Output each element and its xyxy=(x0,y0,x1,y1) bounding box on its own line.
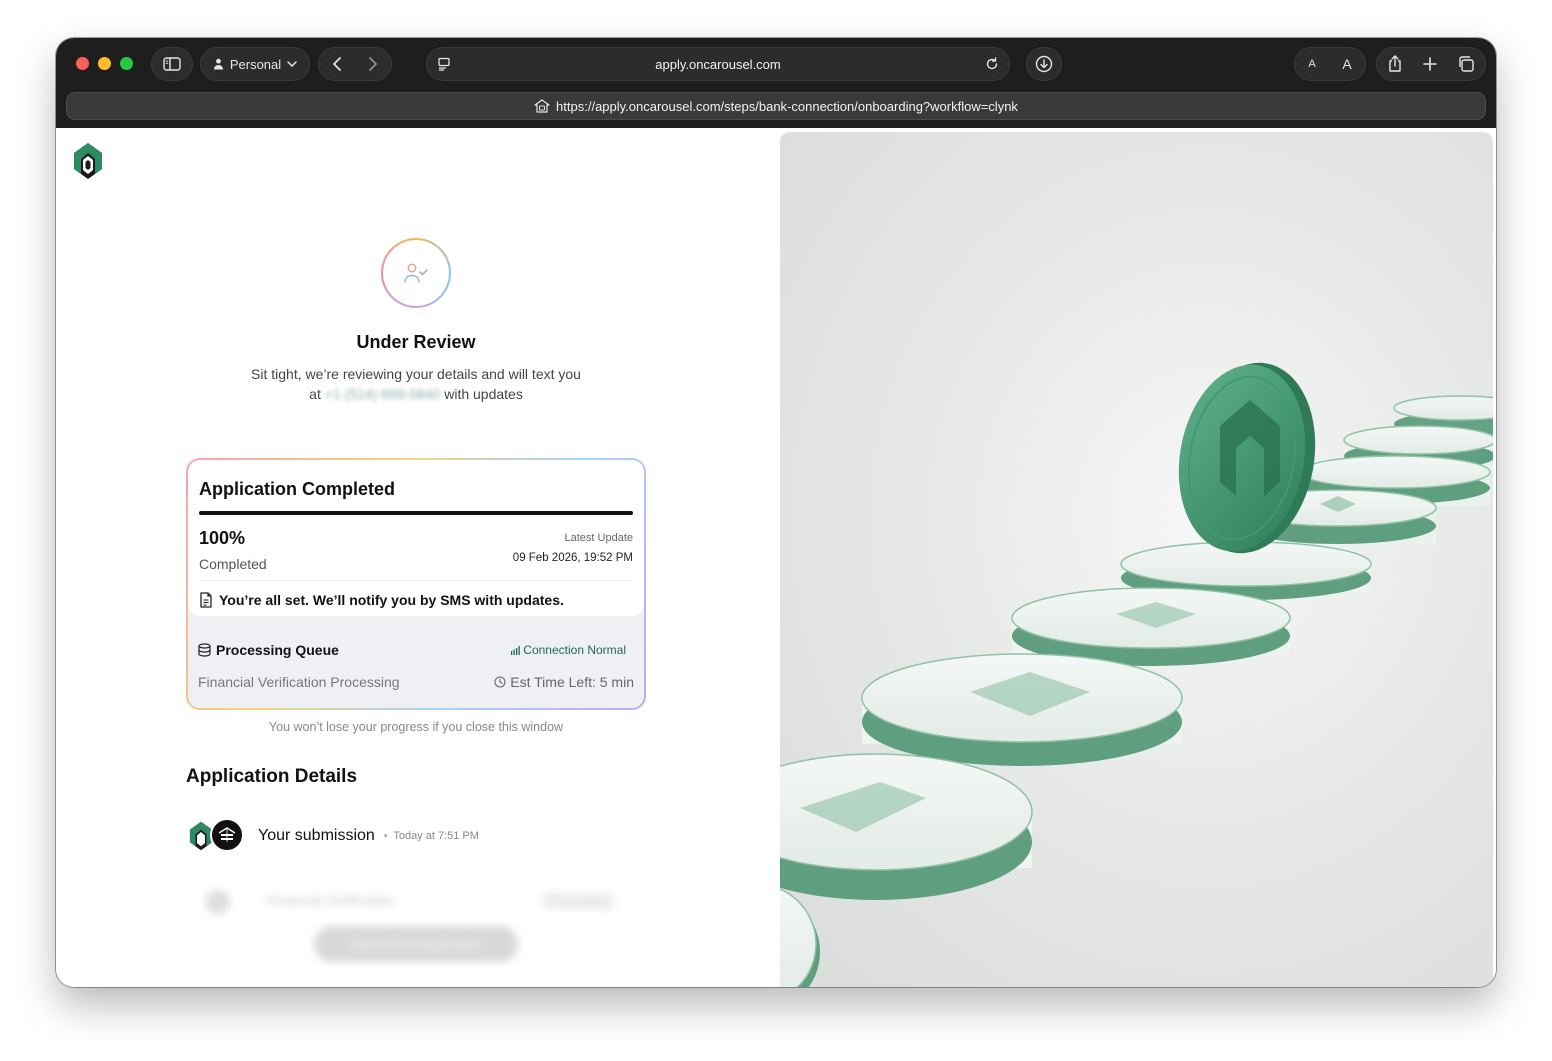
site-security-icon xyxy=(534,99,550,113)
status-subtitle-line1: Sit tight, we’re reviewing your details … xyxy=(251,366,581,382)
blurred-status-icon xyxy=(206,890,230,914)
card-title: Application Completed xyxy=(199,479,396,499)
submission-logos xyxy=(188,818,244,854)
processing-queue-label: Processing Queue xyxy=(216,642,339,658)
status-title: Under Review xyxy=(356,332,476,352)
partner-logo-icon xyxy=(210,818,244,852)
text-larger-button[interactable]: A xyxy=(1342,56,1351,72)
blurred-item-title: Financial Verification xyxy=(266,892,395,908)
browser-window: Personal apply.oncarousel.com A A https: xyxy=(56,38,1496,987)
profile-switcher-button[interactable]: Personal xyxy=(200,47,310,81)
clock-icon xyxy=(494,676,506,688)
signal-bars-icon xyxy=(511,645,521,655)
user-check-icon xyxy=(404,263,428,283)
left-panel: Under Review Sit tight, we’re reviewing … xyxy=(56,128,780,987)
downloads-button[interactable] xyxy=(1026,47,1062,81)
separator-dot: • xyxy=(383,830,388,842)
card-divider xyxy=(199,580,633,581)
carousel-logo-icon[interactable] xyxy=(72,142,104,185)
latest-update-value: 09 Feb 2026, 19:52 PM xyxy=(512,552,633,564)
estimated-time-text: Est Time Left: 5 min xyxy=(510,674,634,690)
submission-row[interactable]: Your submission • Today at 7:51 PM xyxy=(188,818,479,854)
profile-label: Personal xyxy=(229,56,282,72)
status-subtitle: Sit tight, we’re reviewing your details … xyxy=(226,364,606,404)
status-subtitle-at: at xyxy=(309,386,321,402)
zoom-window-button[interactable] xyxy=(120,57,133,70)
connection-status: Connection Normal xyxy=(511,643,626,657)
new-application-button[interactable]: Start A New Application xyxy=(314,926,518,962)
glass-disc xyxy=(861,653,1183,766)
blurred-details-section: Financial Verification Processing Start … xyxy=(196,878,636,987)
database-icon xyxy=(198,643,211,657)
completion-label: Completed xyxy=(199,556,267,572)
share-icon[interactable] xyxy=(1387,55,1403,73)
sidebar-icon xyxy=(163,57,181,71)
history-navigation xyxy=(318,47,392,81)
processing-stage: Financial Verification Processing xyxy=(198,674,400,690)
reload-icon[interactable] xyxy=(985,57,999,71)
estimated-time: Est Time Left: 5 min xyxy=(494,674,634,690)
address-bar[interactable]: https://apply.oncarousel.com/steps/bank-… xyxy=(66,92,1486,120)
chevron-down-icon xyxy=(287,61,297,67)
back-arrow-icon[interactable] xyxy=(332,56,342,72)
tab-overview-icon[interactable] xyxy=(1457,55,1475,73)
glass-disc xyxy=(780,753,1033,900)
download-icon xyxy=(1035,55,1053,73)
notify-message: You’re all set. We’ll notify you by SMS … xyxy=(219,592,564,608)
connection-status-text: Connection Normal xyxy=(523,643,626,657)
document-icon xyxy=(200,592,212,608)
forward-arrow-icon[interactable] xyxy=(368,56,378,72)
toolbar-actions xyxy=(1376,47,1486,81)
tab-url-text: apply.oncarousel.com xyxy=(655,57,781,72)
coin-stack-illustration xyxy=(780,362,1493,987)
page-content: Under Review Sit tight, we’re reviewing … xyxy=(56,128,1496,987)
person-icon xyxy=(213,58,223,70)
blurred-item-badge: Processing xyxy=(540,892,616,910)
submission-title: Your submission xyxy=(258,827,375,844)
new-tab-icon[interactable] xyxy=(1422,56,1438,72)
text-smaller-button[interactable]: A xyxy=(1308,58,1315,70)
browser-toolbar: Personal apply.oncarousel.com A A https: xyxy=(56,38,1496,128)
submission-time: Today at 7:51 PM xyxy=(393,830,479,842)
sidebar-toggle-button[interactable] xyxy=(151,47,193,81)
card-summary: Application Completed 100% Completed Lat… xyxy=(188,460,644,616)
progress-note: You won’t lose your progress if you clos… xyxy=(268,720,564,734)
processing-queue-row: Processing Queue xyxy=(198,642,339,658)
application-status-card: Application Completed 100% Completed Lat… xyxy=(186,458,646,710)
glass-disc xyxy=(780,888,820,987)
close-window-button[interactable] xyxy=(76,57,89,70)
latest-update-label: Latest Update xyxy=(564,532,634,544)
minimize-window-button[interactable] xyxy=(98,57,111,70)
blurred-phone-number: +1 (514) 699-5840 xyxy=(324,386,441,402)
text-size-controls: A A xyxy=(1294,47,1366,81)
full-url-text: https://apply.oncarousel.com/steps/bank-… xyxy=(556,98,1018,114)
hero-illustration xyxy=(780,132,1493,987)
completion-percent: 100% xyxy=(199,528,246,548)
status-avatar xyxy=(381,238,451,308)
application-details-heading: Application Details xyxy=(186,766,358,787)
notify-message-row: You’re all set. We’ll notify you by SMS … xyxy=(199,592,564,608)
tab-url-field[interactable]: apply.oncarousel.com xyxy=(426,47,1010,81)
status-subtitle-line2: with updates xyxy=(444,386,523,402)
completion-progress-bar xyxy=(199,511,633,515)
